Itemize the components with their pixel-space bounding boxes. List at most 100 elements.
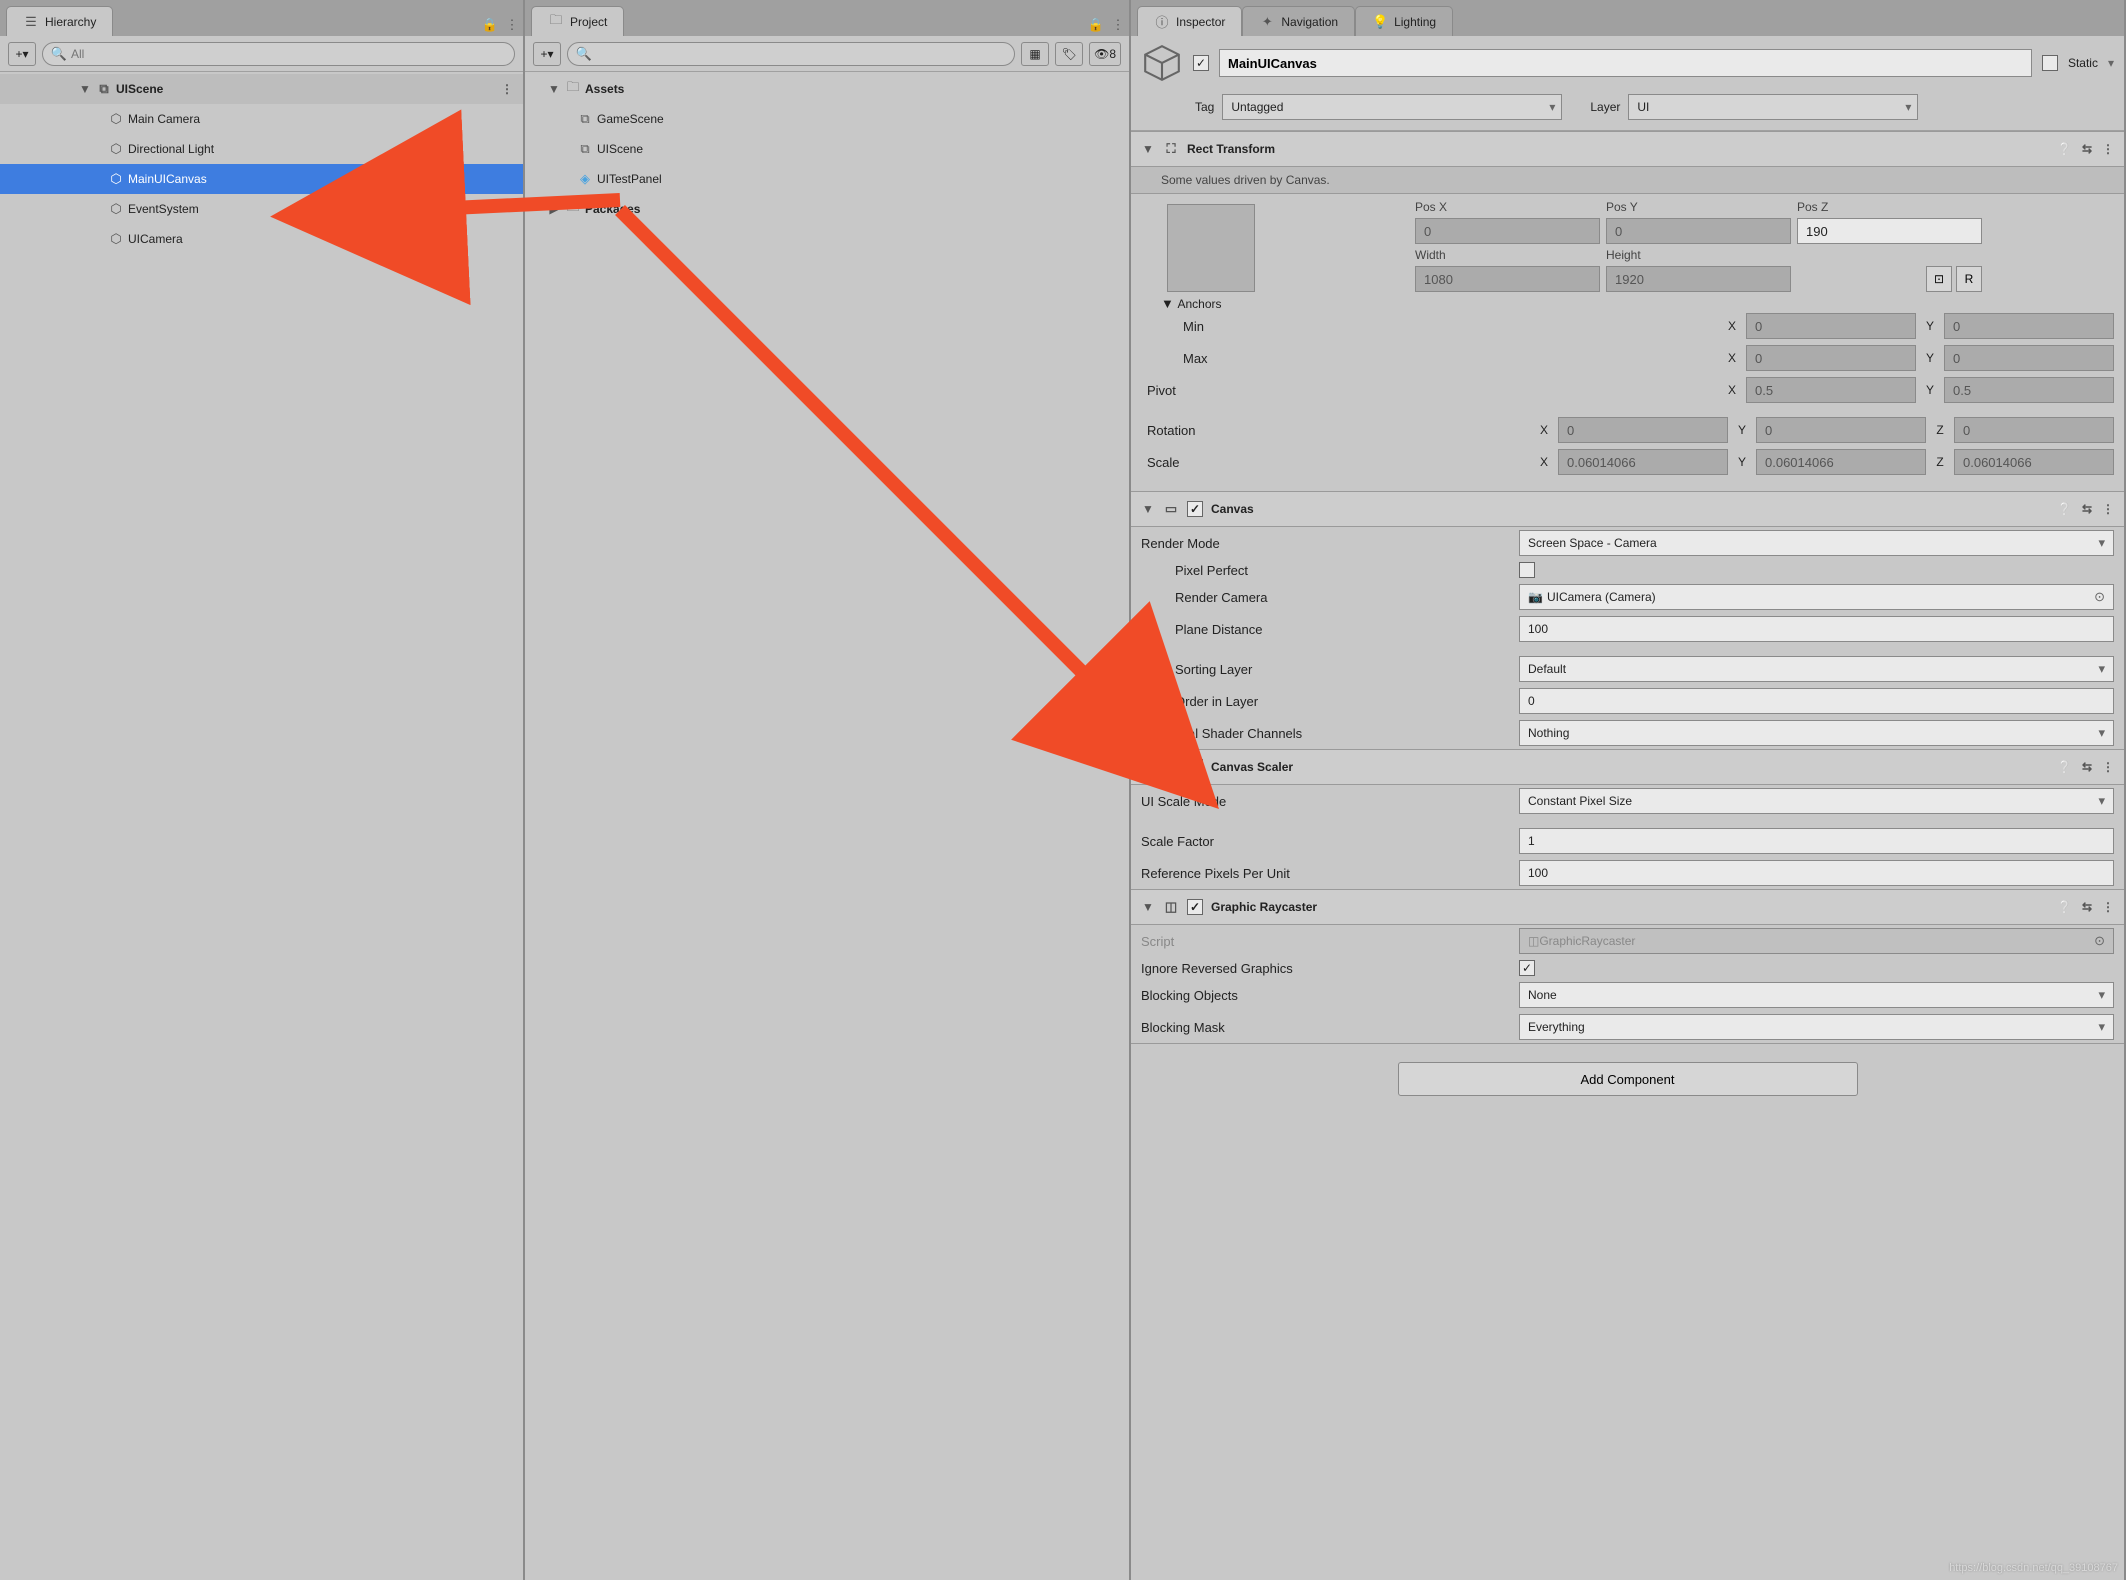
blocking-objects-dropdown[interactable]: None xyxy=(1519,982,2114,1008)
static-checkbox[interactable] xyxy=(2042,55,2058,71)
foldout-icon[interactable]: ▼ xyxy=(1141,760,1155,774)
canvas-enabled-checkbox[interactable] xyxy=(1187,501,1203,517)
project-item-gamescene[interactable]: ⧉ GameScene xyxy=(525,104,1129,134)
gameobject-cube-icon[interactable] xyxy=(1141,42,1183,84)
filter-label-button[interactable]: 🏷 xyxy=(1055,42,1083,66)
scale-factor-field[interactable]: 1 xyxy=(1519,828,2114,854)
canvas-header[interactable]: ▼ ▭ Canvas ❔⇆ xyxy=(1131,491,2124,527)
pivot-y[interactable]: 0.5 xyxy=(1944,377,2114,403)
foldout-icon[interactable]: ▶ xyxy=(547,202,561,216)
kebab-icon[interactable] xyxy=(2102,142,2114,156)
hierarchy-toolbar: +▾ 🔍 xyxy=(0,36,523,72)
hierarchy-tab[interactable]: ☰ Hierarchy xyxy=(6,6,113,36)
foldout-icon[interactable]: ▼ xyxy=(1141,900,1155,914)
anchor-min-x[interactable]: 0 xyxy=(1746,313,1916,339)
preset-icon[interactable]: ⇆ xyxy=(2082,502,2092,516)
raw-edit-button[interactable]: R xyxy=(1956,266,1982,292)
scaler-enabled-checkbox[interactable] xyxy=(1187,759,1203,775)
posz-field[interactable]: 190 xyxy=(1797,218,1982,244)
anchor-presets-button[interactable] xyxy=(1167,204,1255,292)
preset-icon[interactable]: ⇆ xyxy=(2082,900,2092,914)
rect-transform-header[interactable]: ▼ ⛶ Rect Transform ❔ ⇆ xyxy=(1131,131,2124,167)
height-field[interactable]: 1920 xyxy=(1606,266,1791,292)
project-search[interactable]: 🔍 xyxy=(567,42,1015,66)
render-mode-dropdown[interactable]: Screen Space - Camera xyxy=(1519,530,2114,556)
anchors-foldout[interactable]: ▼ Anchors xyxy=(1141,292,2114,313)
graphic-raycaster-header[interactable]: ▼ ◫ Graphic Raycaster ❔⇆ xyxy=(1131,889,2124,925)
posy-field[interactable]: 0 xyxy=(1606,218,1791,244)
pixel-perfect-checkbox[interactable] xyxy=(1519,562,1535,578)
layer-dropdown[interactable]: UI xyxy=(1628,94,1918,120)
hierarchy-item-light[interactable]: ⬡ Directional Light xyxy=(0,134,523,164)
hierarchy-search-input[interactable] xyxy=(71,47,506,61)
tag-dropdown[interactable]: Untagged xyxy=(1222,94,1562,120)
kebab-icon[interactable] xyxy=(1107,14,1129,36)
filter-type-button[interactable]: ▦ xyxy=(1021,42,1049,66)
navigation-tab[interactable]: ✦ Navigation xyxy=(1242,6,1355,36)
project-item-uitestpanel[interactable]: ◈ UITestPanel xyxy=(525,164,1129,194)
ignore-reversed-checkbox[interactable] xyxy=(1519,960,1535,976)
hierarchy-item-eventsystem[interactable]: ⬡ EventSystem xyxy=(0,194,523,224)
canvas-scaler-header[interactable]: ▼ ▦ Canvas Scaler ❔⇆ xyxy=(1131,749,2124,785)
add-component-button[interactable]: Add Component xyxy=(1398,1062,1858,1096)
blueprint-button[interactable]: ⊡ xyxy=(1926,266,1952,292)
anchor-min-y[interactable]: 0 xyxy=(1944,313,2114,339)
folder-icon: 🗀 xyxy=(565,81,581,97)
foldout-icon[interactable]: ▼ xyxy=(1141,502,1155,516)
visibility-button[interactable]: 👁8 xyxy=(1089,42,1121,66)
project-tabbar: 🗀 Project 🔒 xyxy=(525,0,1129,36)
help-icon[interactable]: ❔ xyxy=(2057,760,2072,774)
order-in-layer-field[interactable]: 0 xyxy=(1519,688,2114,714)
ref-pixels-field[interactable]: 100 xyxy=(1519,860,2114,886)
preset-icon[interactable]: ⇆ xyxy=(2082,760,2092,774)
scale-y[interactable]: 0.06014066 xyxy=(1756,449,1926,475)
create-button[interactable]: +▾ xyxy=(8,42,36,66)
kebab-icon[interactable] xyxy=(2102,760,2114,774)
project-search-input[interactable] xyxy=(596,47,1006,61)
foldout-icon[interactable]: ▼ xyxy=(1141,142,1155,156)
hierarchy-search[interactable]: 🔍 xyxy=(42,42,515,66)
foldout-icon[interactable]: ▼ xyxy=(547,82,561,96)
width-field[interactable]: 1080 xyxy=(1415,266,1600,292)
anchor-max-x[interactable]: 0 xyxy=(1746,345,1916,371)
hierarchy-item-mainuicanvas[interactable]: ⬡ MainUICanvas xyxy=(0,164,523,194)
help-icon[interactable]: ❔ xyxy=(2057,502,2072,516)
scale-x[interactable]: 0.06014066 xyxy=(1558,449,1728,475)
help-icon[interactable]: ❔ xyxy=(2057,142,2072,156)
foldout-icon[interactable]: ▼ xyxy=(78,82,92,96)
posx-field[interactable]: 0 xyxy=(1415,218,1600,244)
inspector-tab[interactable]: ⓘ Inspector xyxy=(1137,6,1242,36)
hierarchy-item-camera[interactable]: ⬡ Main Camera xyxy=(0,104,523,134)
hierarchy-item-uicamera[interactable]: ⬡ UICamera xyxy=(0,224,523,254)
kebab-icon[interactable] xyxy=(2102,900,2114,914)
assets-folder[interactable]: ▼ 🗀 Assets xyxy=(525,74,1129,104)
plane-distance-field[interactable]: 100 xyxy=(1519,616,2114,642)
create-button[interactable]: +▾ xyxy=(533,42,561,66)
shader-channels-dropdown[interactable]: Nothing xyxy=(1519,720,2114,746)
rot-z[interactable]: 0 xyxy=(1954,417,2114,443)
kebab-icon[interactable] xyxy=(501,82,513,96)
rot-y[interactable]: 0 xyxy=(1756,417,1926,443)
kebab-icon[interactable] xyxy=(2102,502,2114,516)
gameobject-name-input[interactable] xyxy=(1219,49,2032,77)
packages-folder[interactable]: ▶ 🗀 Packages xyxy=(525,194,1129,224)
help-icon[interactable]: ❔ xyxy=(2057,900,2072,914)
pivot-x[interactable]: 0.5 xyxy=(1746,377,1916,403)
project-item-uiscene[interactable]: ⧉ UIScene xyxy=(525,134,1129,164)
blocking-mask-dropdown[interactable]: Everything xyxy=(1519,1014,2114,1040)
project-tab[interactable]: 🗀 Project xyxy=(531,6,624,36)
scale-mode-dropdown[interactable]: Constant Pixel Size xyxy=(1519,788,2114,814)
scene-row[interactable]: ▼ ⧉ UIScene xyxy=(0,74,523,104)
render-camera-field[interactable]: 📷UICamera (Camera) xyxy=(1519,584,2114,610)
lighting-tab[interactable]: 💡 Lighting xyxy=(1355,6,1453,36)
scale-z[interactable]: 0.06014066 xyxy=(1954,449,2114,475)
lock-icon[interactable]: 🔒 xyxy=(1085,14,1107,36)
anchor-max-y[interactable]: 0 xyxy=(1944,345,2114,371)
raycaster-enabled-checkbox[interactable] xyxy=(1187,899,1203,915)
enabled-checkbox[interactable] xyxy=(1193,55,1209,71)
lock-icon[interactable]: 🔒 xyxy=(479,14,501,36)
preset-icon[interactable]: ⇆ xyxy=(2082,142,2092,156)
kebab-icon[interactable] xyxy=(501,14,523,36)
rot-x[interactable]: 0 xyxy=(1558,417,1728,443)
sorting-layer-dropdown[interactable]: Default xyxy=(1519,656,2114,682)
